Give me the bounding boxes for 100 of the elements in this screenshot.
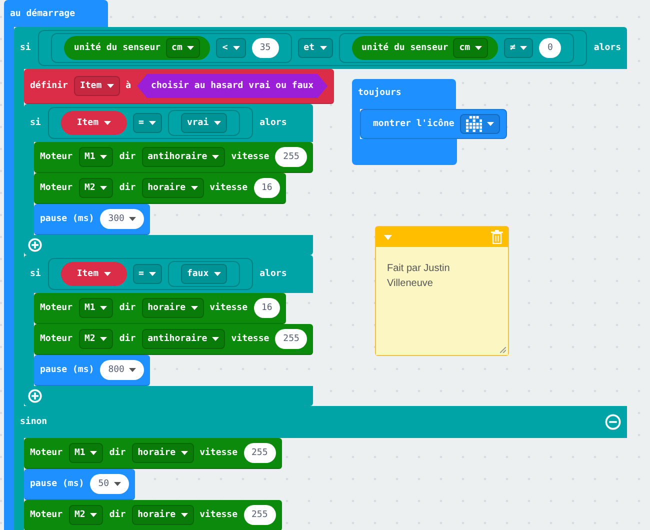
block-label: à [126,81,132,91]
number-dropdown[interactable]: 800 [100,360,144,380]
condition-block[interactable]: unité du senseur cm < 35 [50,33,292,63]
number-field[interactable]: 255 [244,443,276,463]
dropdown[interactable]: ≠ [504,38,534,58]
dropdown[interactable]: Item [74,76,120,96]
block-label: vitesse [210,303,248,313]
comment-body[interactable]: Fait par Justin Villeneuve [376,247,508,355]
block-label: dir [119,334,136,344]
dropdown[interactable]: horaire [132,505,194,525]
dropdown[interactable]: horaire [142,178,204,198]
block-label: définir [30,81,68,91]
caret-icon [100,337,108,341]
block-label: dir [119,183,136,193]
resize-handle-icon[interactable] [500,347,506,353]
block-label: vitesse [200,448,238,458]
dropdown[interactable]: Item [70,264,117,284]
dropdown[interactable]: antihoraire [142,329,226,349]
code-block[interactable]: Moteur M1 dir antihoraire vitesse 255 [34,142,314,173]
dropdown[interactable]: cm [166,38,200,58]
number-dropdown[interactable]: 50 [90,474,130,494]
code-block[interactable]: pause (ms) 800 [34,355,150,386]
add-icon[interactable] [28,238,42,252]
block-label: dir [119,303,136,313]
block-label: pause (ms) [30,479,84,489]
dropdown[interactable]: faux [180,264,227,284]
add-icon[interactable] [28,389,42,403]
caret-icon [106,84,114,88]
dropdown[interactable]: M2 [78,329,114,349]
event-block-header[interactable]: toujours [352,79,456,109]
caret-icon [232,46,240,50]
caret-icon [320,46,326,50]
code-block[interactable]: montrer l'icône [360,109,508,139]
dropdown[interactable]: antihoraire [142,147,226,167]
dropdown[interactable]: M2 [68,505,104,525]
code-block[interactable]: Moteur M2 dir horaire vitesse 255 [24,500,282,530]
code-block[interactable]: pause (ms) 300 [34,204,150,235]
code-block[interactable]: pause (ms) 50 [24,469,136,500]
dropdown[interactable]: horaire [132,443,194,463]
dropdown[interactable]: horaire [142,298,204,318]
code-block[interactable]: Moteur M1 dir horaire vitesse 255 [24,438,282,469]
icon-dropdown[interactable] [460,114,500,134]
number-field[interactable]: 255 [275,329,308,349]
reporter-block[interactable]: Item [60,111,127,135]
code-block[interactable]: Moteur M2 dir horaire vitesse 16 [34,173,286,204]
condition-block[interactable]: faux [168,261,240,287]
caret-icon [104,121,111,125]
code-block[interactable]: définir Item à choisir au hasard vrai ou faux [24,69,334,104]
reporter-block[interactable]: unité du senseur cm [352,36,498,60]
dropdown[interactable]: = [132,264,162,284]
if-block-header[interactable]: si Item = faux alors [24,255,314,293]
dropdown[interactable]: cm [453,38,488,58]
if-block-header[interactable]: si unité du senseur cm < 35 et unité du senseur cm ≠ 0 alors [14,27,627,69]
caret-icon [214,121,221,125]
event-block-header[interactable]: au démarrage [4,0,108,27]
caret-icon[interactable] [384,234,392,240]
condition-block[interactable]: unité du senseur cm ≠ 0 [338,33,574,63]
block-label: vitesse [231,334,270,344]
number-field[interactable]: 255 [244,505,276,525]
dropdown[interactable]: vrai [180,113,227,133]
block-label: alors [260,269,287,279]
remove-icon[interactable] [604,414,621,430]
condition-block[interactable]: vrai [168,110,240,136]
reporter-block[interactable]: unité du senseur cm [64,36,210,60]
block-label: Moteur [30,510,63,520]
number-field[interactable]: 16 [254,298,280,318]
number-field[interactable]: 16 [254,178,280,198]
dropdown[interactable]: = [132,113,162,133]
dropdown[interactable]: < [216,38,246,58]
number-field[interactable]: 35 [252,38,279,58]
trash-icon[interactable] [491,230,503,244]
block-label: si [30,269,41,279]
dropdown[interactable]: et [298,38,332,58]
block-label: pause (ms) [40,214,94,224]
if-block-header[interactable]: si Item = vrai alors [24,104,314,142]
reporter-block[interactable]: Item [60,262,127,286]
boolean-block[interactable]: choisir au hasard vrai ou faux [137,74,328,98]
condition-block[interactable]: Item = vrai [48,107,253,139]
caret-icon [180,513,188,517]
block-label: Moteur [30,448,63,458]
dropdown[interactable]: M2 [78,178,114,198]
caret-icon [100,306,108,310]
else-block-header[interactable]: sinon [14,406,627,438]
led-grid-icon [466,116,482,132]
block-label: Moteur [40,152,73,162]
number-dropdown[interactable]: 300 [100,209,144,229]
block-label: vitesse [200,510,238,520]
dropdown[interactable]: M1 [78,147,114,167]
code-block[interactable]: Moteur M2 dir antihoraire vitesse 255 [34,324,314,355]
caret-icon [190,306,198,310]
number-field[interactable]: 255 [275,147,308,167]
condition-block[interactable]: unité du senseur cm < 35 et unité du senseur cm ≠ 0 [38,30,587,66]
dropdown[interactable]: M1 [68,443,104,463]
dropdown[interactable]: M1 [78,298,114,318]
code-block[interactable]: Moteur M1 dir horaire vitesse 16 [34,293,286,324]
block-label: unité du senseur [74,43,161,53]
number-field[interactable]: 0 [539,38,561,58]
condition-block[interactable]: Item = faux [48,258,253,290]
block-label: dir [109,448,126,458]
dropdown[interactable]: Item [70,113,117,133]
